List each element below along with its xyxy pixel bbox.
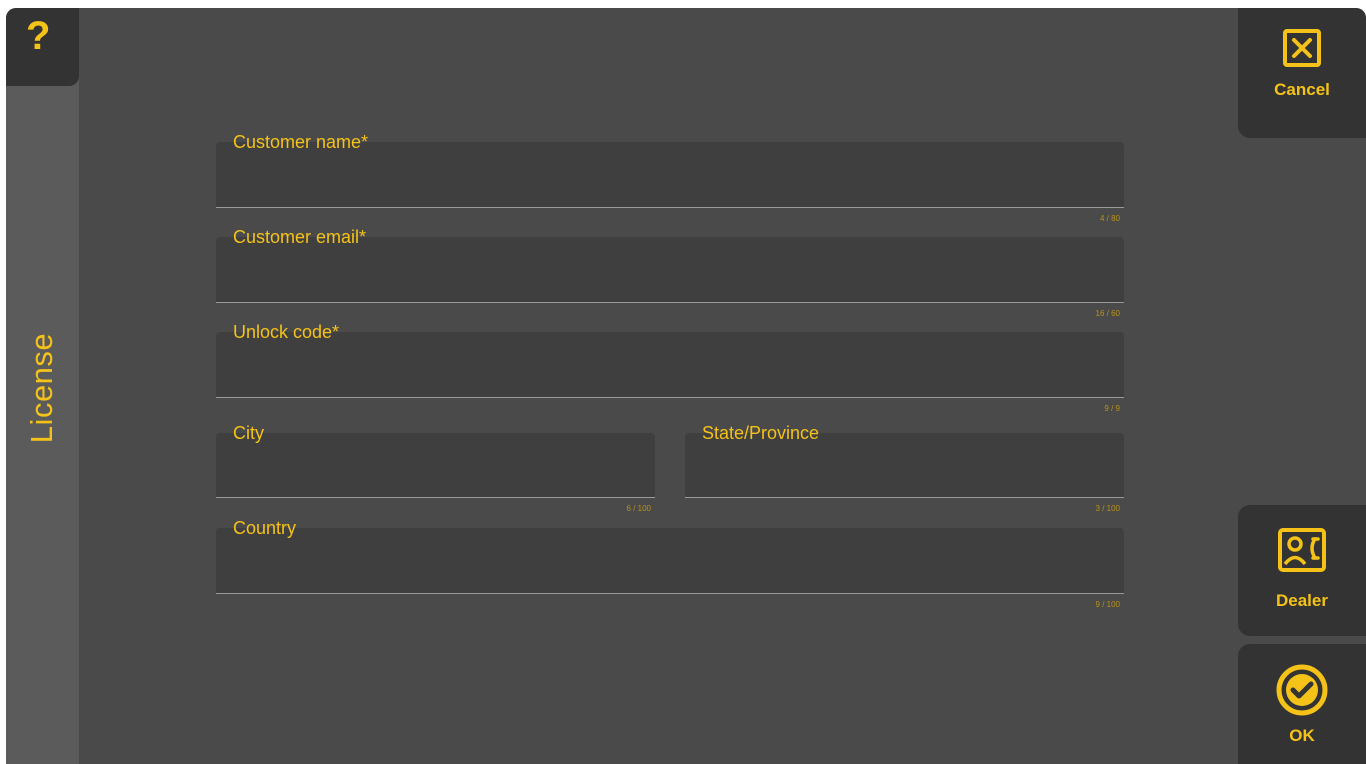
ok-button[interactable]: OK (1238, 644, 1366, 764)
help-icon: ? (26, 14, 51, 58)
city-input[interactable] (233, 463, 636, 483)
customer-email-input[interactable] (233, 267, 1105, 287)
state-province-field: State/Province 3 / 100 (685, 423, 1124, 513)
dealer-label: Dealer (1276, 591, 1328, 610)
country-counter: 9 / 100 (1095, 600, 1120, 609)
country-field: Country 9 / 100 (216, 518, 1124, 609)
unlock-code-field: Unlock code* 9 / 9 (216, 322, 1124, 413)
state-province-input[interactable] (702, 463, 1105, 483)
contact-card-icon (1278, 528, 1326, 572)
customer-name-input[interactable] (233, 172, 1105, 192)
customer-email-field: Customer email* 16 / 60 (216, 227, 1124, 318)
dealer-button[interactable]: Dealer (1238, 505, 1366, 636)
unlock-code-label: Unlock code* (233, 322, 340, 342)
cancel-button[interactable]: Cancel (1238, 8, 1366, 138)
customer-email-label: Customer email* (233, 227, 367, 247)
customer-name-counter: 4 / 80 (1099, 214, 1120, 223)
city-field: City 6 / 100 (216, 423, 655, 513)
ok-label: OK (1289, 726, 1315, 745)
unlock-code-counter: 9 / 9 (1104, 404, 1120, 413)
customer-email-counter: 16 / 60 (1095, 309, 1120, 318)
state-province-label: State/Province (702, 423, 820, 443)
country-input[interactable] (233, 558, 1105, 578)
license-window: ? License Customer name* 4 / 80 Customer… (6, 8, 1366, 764)
customer-name-field: Customer name* 4 / 80 (216, 132, 1124, 223)
check-circle-icon (1276, 664, 1328, 716)
unlock-code-input[interactable] (233, 362, 1105, 382)
help-button[interactable]: ? (6, 8, 79, 86)
state-province-counter: 3 / 100 (1095, 504, 1120, 513)
city-counter: 6 / 100 (626, 504, 651, 513)
page-title: License (24, 332, 59, 444)
left-rail: ? License (6, 8, 79, 764)
close-box-icon (1283, 29, 1321, 67)
city-label: City (233, 423, 264, 443)
cancel-label: Cancel (1274, 80, 1330, 99)
customer-name-label: Customer name* (233, 132, 369, 152)
country-label: Country (233, 518, 297, 538)
